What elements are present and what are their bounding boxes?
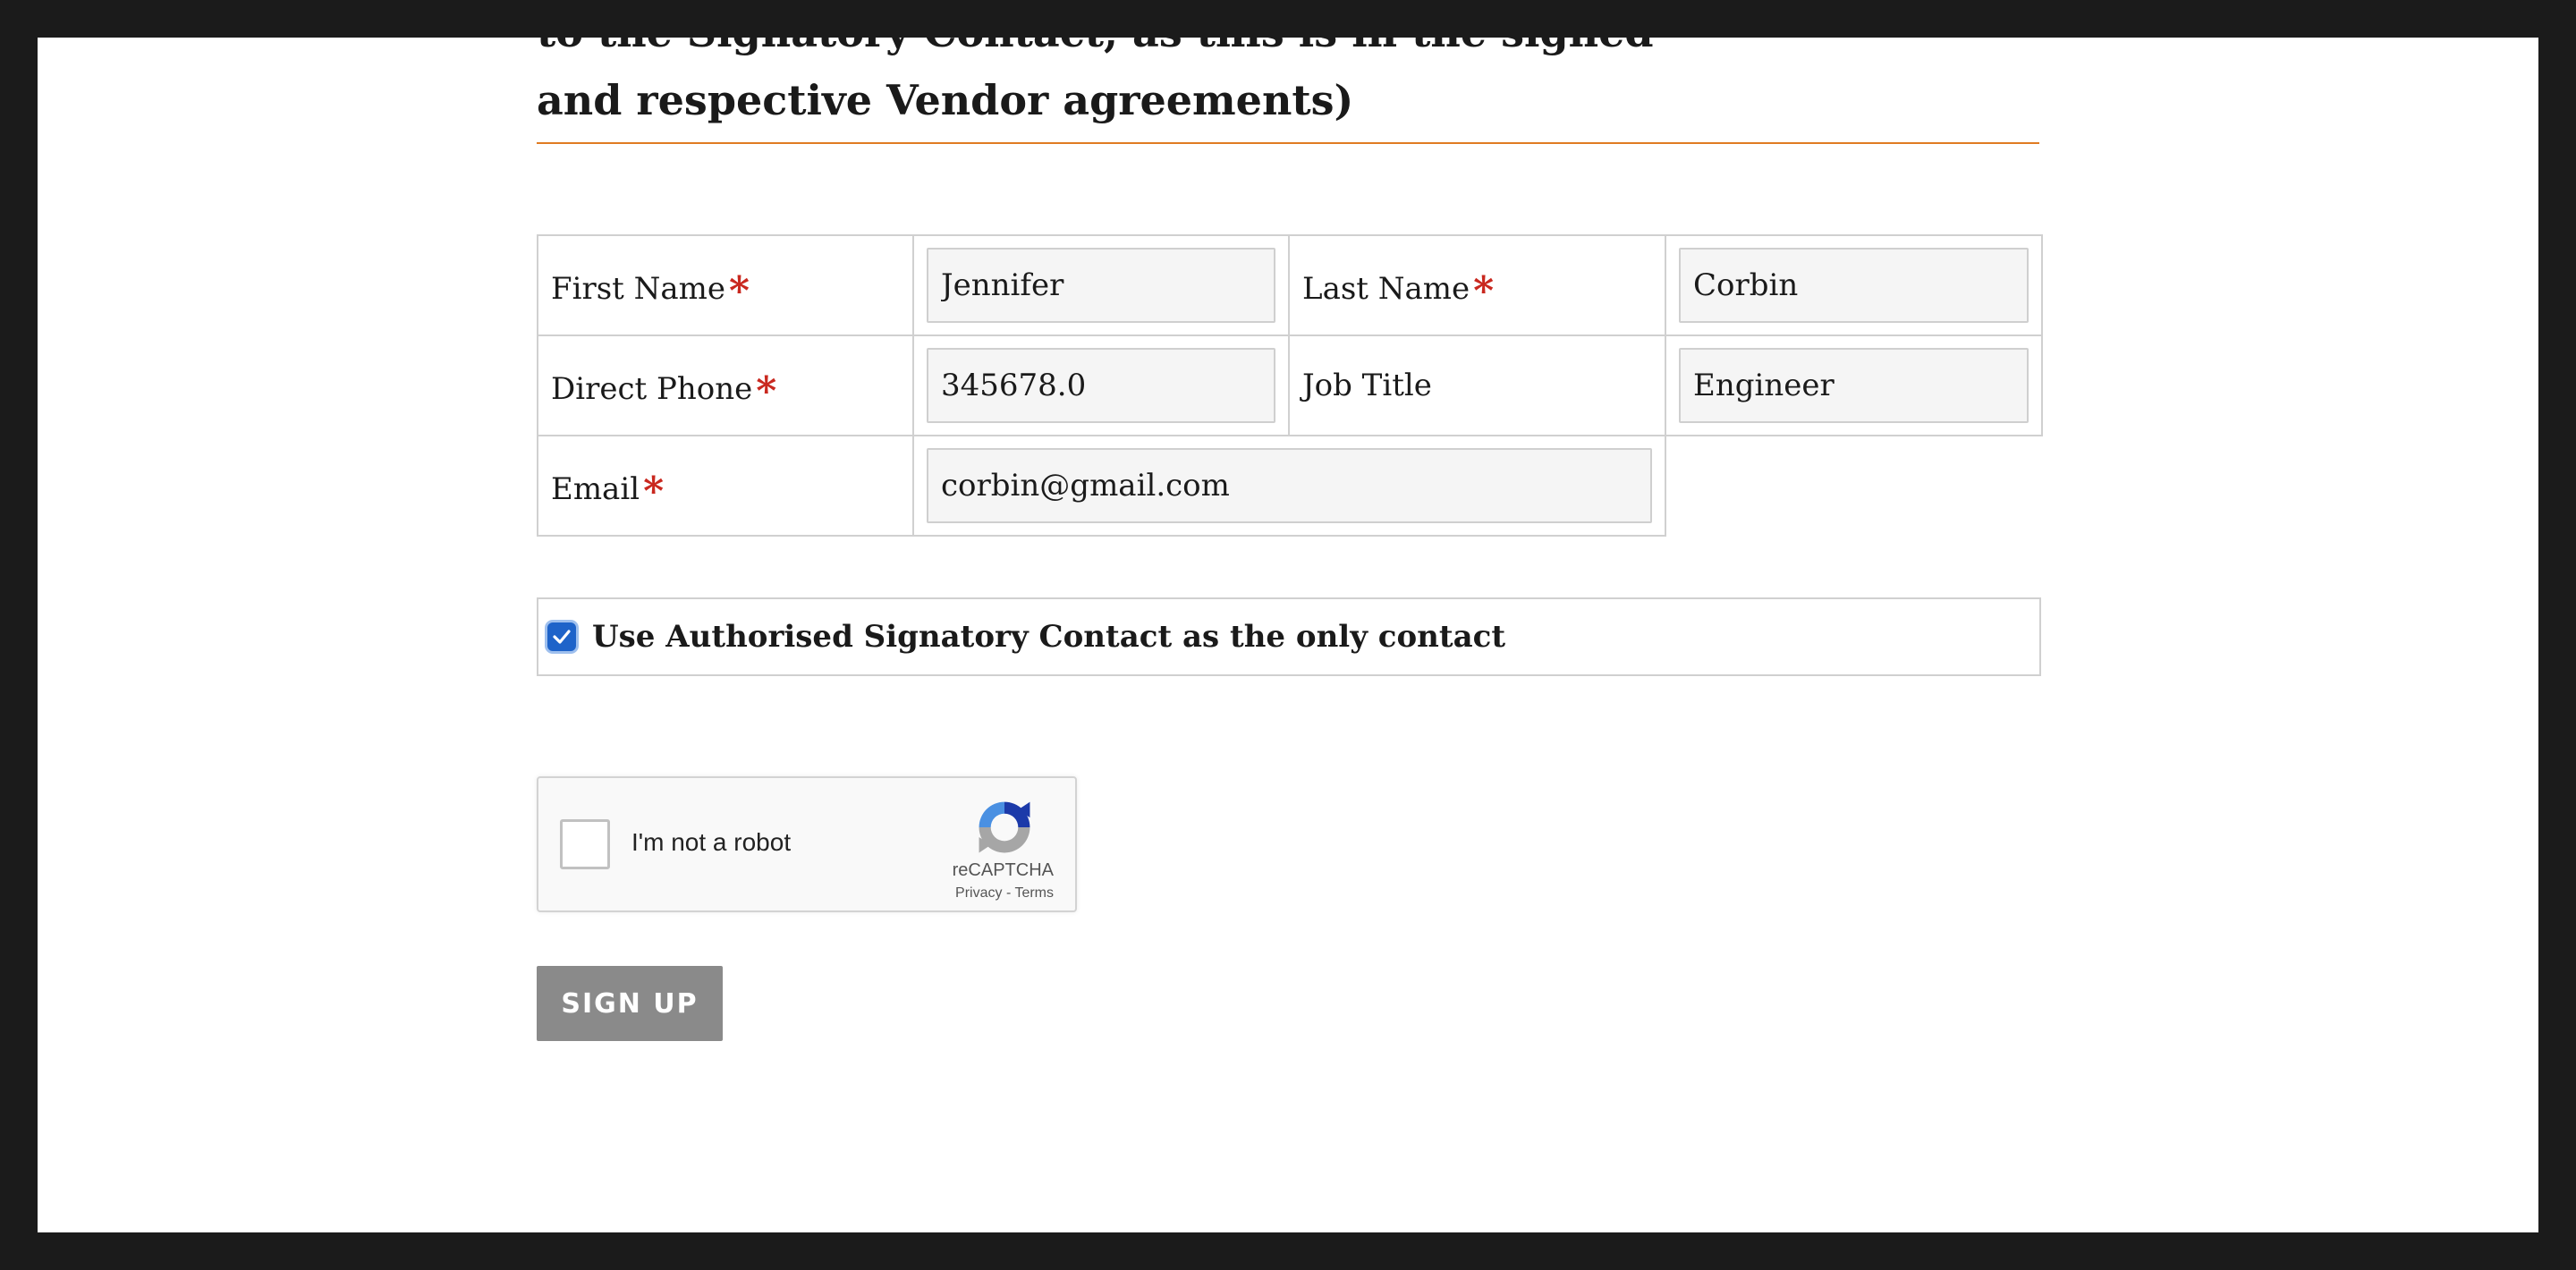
recaptcha-link-separator: -: [1005, 885, 1012, 901]
last-name-input[interactable]: [1679, 248, 2029, 323]
signatory-contact-checkbox[interactable]: [547, 622, 576, 651]
table-row: Direct Phone* Job Title: [537, 334, 2043, 436]
direct-phone-label-cell: Direct Phone*: [537, 334, 914, 436]
first-name-input-cell: [912, 234, 1290, 336]
recaptcha-links: Privacy - Terms: [955, 885, 1054, 902]
recaptcha-privacy-link[interactable]: Privacy: [955, 885, 1002, 901]
sign-up-button[interactable]: SIGN UP: [537, 966, 723, 1041]
recaptcha-label: I'm not a robot: [631, 828, 792, 856]
job-title-label: Job Title: [1302, 368, 1432, 403]
direct-phone-label: Direct Phone: [551, 370, 753, 407]
email-input-cell: [912, 435, 1666, 537]
email-input[interactable]: [927, 448, 1652, 523]
email-label: Email: [551, 470, 640, 507]
recaptcha-terms-link[interactable]: Terms: [1014, 885, 1054, 901]
required-asterisk-icon: *: [756, 368, 777, 414]
job-title-input-cell: [1665, 334, 2043, 436]
page: to the Signatory Contact, as this is in …: [38, 38, 2538, 1232]
heading-line-2: and respective Vendor agreements): [537, 76, 1354, 124]
contact-form-table: First Name* Last Name* Direct Phone* Job…: [537, 234, 2043, 537]
signatory-contact-option: Use Authorised Signatory Contact as the …: [537, 597, 2041, 676]
job-title-label-cell: Job Title: [1288, 334, 1666, 436]
checkmark-icon: [553, 630, 571, 644]
first-name-label: First Name: [551, 270, 726, 307]
email-label-cell: Email*: [537, 435, 914, 537]
recaptcha-brand: reCAPTCHA: [952, 860, 1054, 880]
required-asterisk-icon: *: [1473, 267, 1495, 314]
recaptcha-checkbox[interactable]: [560, 819, 610, 869]
heading-divider: [537, 142, 2039, 144]
heading-line-1: to the Signatory Contact, as this is in …: [537, 38, 2075, 66]
direct-phone-input-cell: [912, 334, 1290, 436]
signatory-contact-label[interactable]: Use Authorised Signatory Contact as the …: [592, 619, 1505, 655]
table-row: Email*: [537, 435, 2042, 537]
required-asterisk-icon: *: [729, 267, 750, 314]
last-name-input-cell: [1665, 234, 2043, 336]
required-asterisk-icon: *: [643, 468, 665, 514]
last-name-label-cell: Last Name*: [1288, 234, 1666, 336]
first-name-label-cell: First Name*: [537, 234, 914, 336]
job-title-input[interactable]: [1679, 348, 2029, 423]
table-row: First Name* Last Name*: [537, 234, 2043, 336]
empty-cell: [1665, 435, 2042, 536]
last-name-label: Last Name: [1302, 270, 1470, 307]
first-name-input[interactable]: [927, 248, 1275, 323]
recaptcha-logo-icon: [979, 801, 1030, 853]
section-heading: to the Signatory Contact, as this is in …: [537, 38, 2075, 134]
direct-phone-input[interactable]: [927, 348, 1275, 423]
recaptcha-widget: I'm not a robot reCAPTCHA Privacy - Term…: [537, 776, 1077, 912]
